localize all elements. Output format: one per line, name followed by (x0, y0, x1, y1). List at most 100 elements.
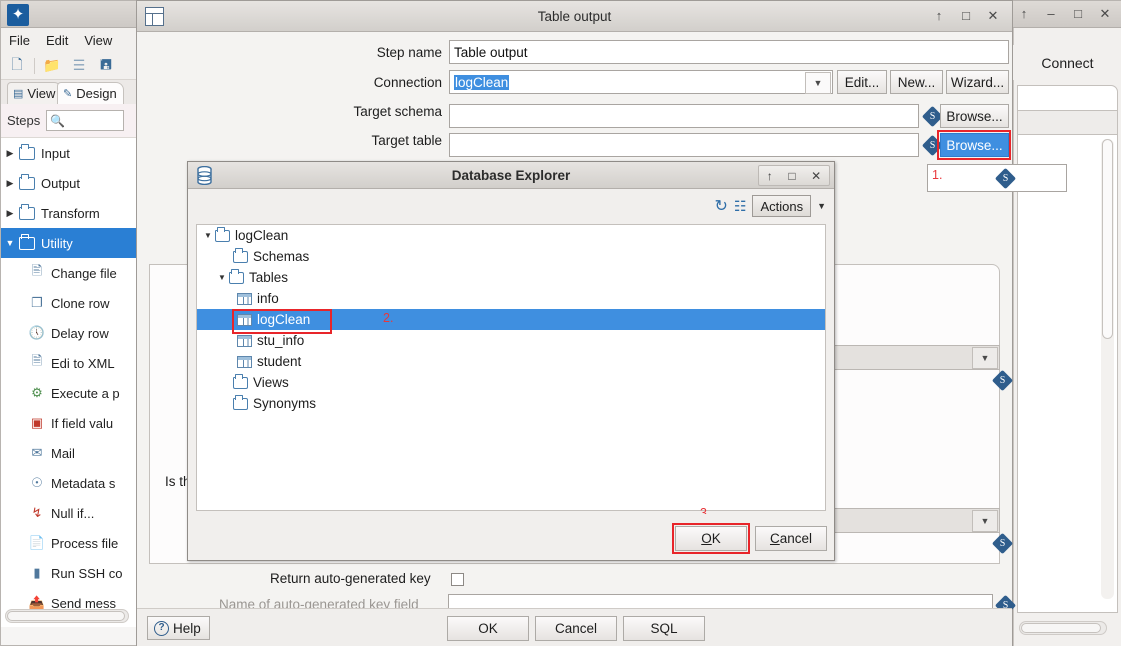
close-icon[interactable]: ✕ (986, 9, 1000, 23)
help-button[interactable]: ? Help (147, 616, 210, 640)
step-run-ssh[interactable]: ▮ Run SSH co (1, 558, 136, 588)
tree-node-label: logClean (235, 228, 289, 243)
new-file-icon[interactable]: 🗋 (5, 55, 29, 77)
tree-node-label: Tables (249, 270, 289, 285)
target-table-input[interactable] (449, 133, 919, 157)
step-name-input[interactable]: Table output (449, 40, 1009, 64)
close-icon[interactable]: ✕ (811, 169, 821, 183)
variable-dollar-icon[interactable] (991, 532, 1014, 555)
step-process-files[interactable]: 📄 Process file (1, 528, 136, 558)
table-output-ok-button[interactable]: OK (447, 616, 529, 641)
table-output-window-controls[interactable]: ↑ □ ✕ (932, 9, 1000, 23)
maximize-up-icon[interactable]: ↑ (1017, 7, 1031, 21)
maximize-up-icon[interactable]: ↑ (767, 169, 773, 183)
table-output-sql-button[interactable]: SQL (623, 616, 705, 641)
chevron-down-icon[interactable]: ▼ (972, 347, 998, 369)
option-combo-1[interactable]: ▼ (830, 345, 1000, 370)
table-icon (237, 292, 252, 305)
annotation-1: 1. (932, 168, 943, 182)
restore-icon[interactable]: □ (959, 9, 973, 23)
list-icon[interactable]: ☰ (67, 55, 91, 77)
right-vertical-scrollbar[interactable] (1101, 139, 1114, 599)
open-file-icon[interactable]: 📁 (40, 55, 64, 77)
menu-view[interactable]: View (76, 31, 120, 50)
chevron-down-icon[interactable]: ▼ (817, 201, 826, 211)
steps-horizontal-scrollbar[interactable] (5, 609, 129, 623)
clock-icon: 🕔 (28, 325, 46, 340)
step-change-file[interactable]: 🖹 Change file (1, 258, 136, 288)
tree-node-views[interactable]: Views (197, 372, 825, 393)
step-name-label: Step name (376, 45, 442, 60)
step-metadata-structure[interactable]: ☉ Metadata s (1, 468, 136, 498)
search-input[interactable]: 🔍 (46, 110, 125, 131)
maximize-up-icon[interactable]: ↑ (932, 9, 946, 23)
chevron-down-icon[interactable]: ▼ (805, 72, 831, 94)
expand-tree-icon[interactable]: ☷ (734, 198, 747, 215)
main-toolbar: 🗋 📁 ☰ 🖪 (1, 52, 137, 80)
step-clone-row[interactable]: ❐ Clone row (1, 288, 136, 318)
database-explorer-cancel-button[interactable]: Cancel (755, 526, 827, 551)
steps-folder-output[interactable]: ▶ Output (1, 168, 136, 198)
database-explorer-footer: OK Cancel (188, 514, 834, 560)
database-tree[interactable]: ▼ logClean Schemas ▼ Tables info logClea… (196, 224, 826, 511)
step-delay-row[interactable]: 🕔 Delay row (1, 318, 136, 348)
connection-combo[interactable]: logClean ▼ (449, 70, 833, 94)
steps-tree-panel[interactable]: ▶ Input ▶ Output ▶ Transform ▼ Utility 🖹 (1, 138, 137, 627)
tree-node-tables[interactable]: ▼ Tables (197, 267, 825, 288)
chevron-down-icon[interactable]: ▼ (215, 273, 229, 282)
right-horizontal-scrollbar[interactable] (1019, 621, 1107, 635)
return-auto-key-checkbox[interactable] (451, 573, 464, 586)
option-combo-2[interactable]: ▼ (830, 508, 1000, 533)
tree-node-synonyms[interactable]: Synonyms (197, 393, 825, 414)
refresh-icon[interactable]: ↻ (714, 196, 727, 216)
connection-edit-button[interactable]: Edit... (837, 70, 887, 94)
step-if-field-value[interactable]: ▣ If field valu (1, 408, 136, 438)
step-edi-to-xml[interactable]: 🗎 Edi to XML (1, 348, 136, 378)
tab-view[interactable]: ▤ View (7, 82, 63, 104)
step-mail[interactable]: ✉ Mail (1, 438, 136, 468)
tree-node-table-student[interactable]: student (197, 351, 825, 372)
database-explorer-title: Database Explorer (451, 168, 571, 183)
minimize-icon[interactable]: – (1044, 7, 1058, 21)
menu-edit[interactable]: Edit (38, 31, 76, 50)
scrollbar-thumb[interactable] (1102, 139, 1113, 339)
table-output-titlebar: Table output ↑ □ ✕ (137, 1, 1012, 32)
chevron-right-icon[interactable]: ▶ (1, 178, 19, 189)
tree-node-schemas[interactable]: Schemas (197, 246, 825, 267)
save-icon[interactable]: 🖪 (94, 55, 118, 77)
target-schema-input[interactable] (449, 104, 919, 128)
chevron-down-icon[interactable]: ▼ (972, 510, 998, 532)
app-window-controls[interactable]: ↑ – □ ✕ (1017, 7, 1112, 21)
right-panel-body (1017, 135, 1118, 613)
chevron-right-icon[interactable]: ▶ (1, 208, 19, 219)
table-output-cancel-button[interactable]: Cancel (535, 616, 617, 641)
steps-folder-transform[interactable]: ▶ Transform (1, 198, 136, 228)
restore-icon[interactable]: □ (788, 169, 795, 183)
close-icon[interactable]: ✕ (1098, 7, 1112, 21)
steps-folder-input[interactable]: ▶ Input (1, 138, 136, 168)
scrollbar-thumb[interactable] (7, 611, 125, 621)
tab-design[interactable]: ✎ Design (57, 82, 124, 104)
connect-label[interactable]: Connect (1013, 45, 1121, 80)
step-null-if[interactable]: ↯ Null if... (1, 498, 136, 528)
chevron-down-icon[interactable]: ▼ (1, 238, 19, 248)
steps-folder-utility[interactable]: ▼ Utility (1, 228, 136, 258)
tree-node-table-info[interactable]: info (197, 288, 825, 309)
step-label: Metadata s (51, 475, 116, 491)
kettle-logo-icon: ✦ (7, 4, 29, 26)
variable-dollar-icon[interactable] (991, 369, 1014, 392)
browse-schema-button[interactable]: Browse... (940, 104, 1009, 128)
variable-dollar-icon[interactable] (994, 167, 1017, 190)
restore-icon[interactable]: □ (1071, 7, 1085, 21)
chevron-right-icon[interactable]: ▶ (1, 148, 19, 159)
connection-new-button[interactable]: New... (890, 70, 943, 94)
tree-node-logclean-root[interactable]: ▼ logClean (197, 225, 825, 246)
connection-wizard-button[interactable]: Wizard... (946, 70, 1009, 94)
step-execute-process[interactable]: ⚙ Execute a p (1, 378, 136, 408)
actions-button[interactable]: Actions (752, 195, 812, 217)
database-explorer-window-controls[interactable]: ↑ □ ✕ (758, 165, 830, 186)
edi-xml-icon: 🗎 (31, 353, 43, 368)
menu-file[interactable]: File (1, 31, 38, 50)
scrollbar-thumb[interactable] (1021, 623, 1101, 633)
chevron-down-icon[interactable]: ▼ (201, 231, 215, 240)
